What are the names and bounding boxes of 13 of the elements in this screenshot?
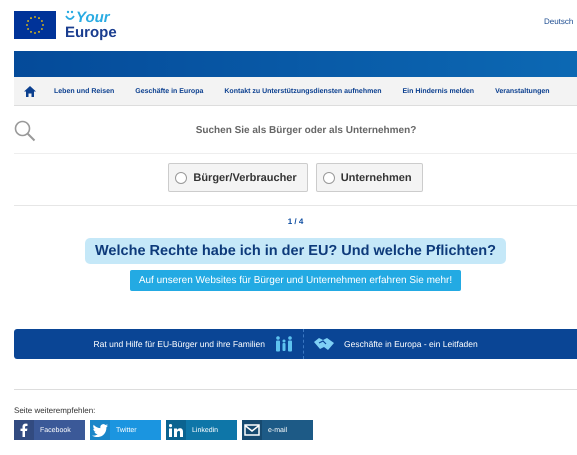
headline: Welche Rechte habe ich in der EU? Und welche Pflichten? (85, 238, 506, 264)
option-button[interactable]: Unternehmen (316, 163, 423, 192)
search-question: Suchen Sie als Bürger oder als Unternehmen? (194, 125, 418, 136)
language-link[interactable]: Deutsch (544, 17, 574, 26)
logo-text: Europe (65, 25, 117, 40)
option-button[interactable]: Bürger/Verbraucher (168, 163, 308, 192)
share-label: Seite weiterempfehlen: (14, 406, 96, 415)
topic-link[interactable]: Rat und Hilfe für EU-Bürger und ihre Familien (14, 329, 304, 359)
topic-link[interactable]: Geschäfte in Europa - ein Leitfaden (304, 329, 478, 359)
topic-label: Rat und Hilfe für EU-Bürger und ihre Familien (94, 339, 265, 349)
logo-text: Your (76, 10, 110, 25)
topic-label: Geschäfte in Europa - ein Leitfaden (344, 339, 478, 349)
pager-text: 1 / 4 (288, 217, 304, 226)
